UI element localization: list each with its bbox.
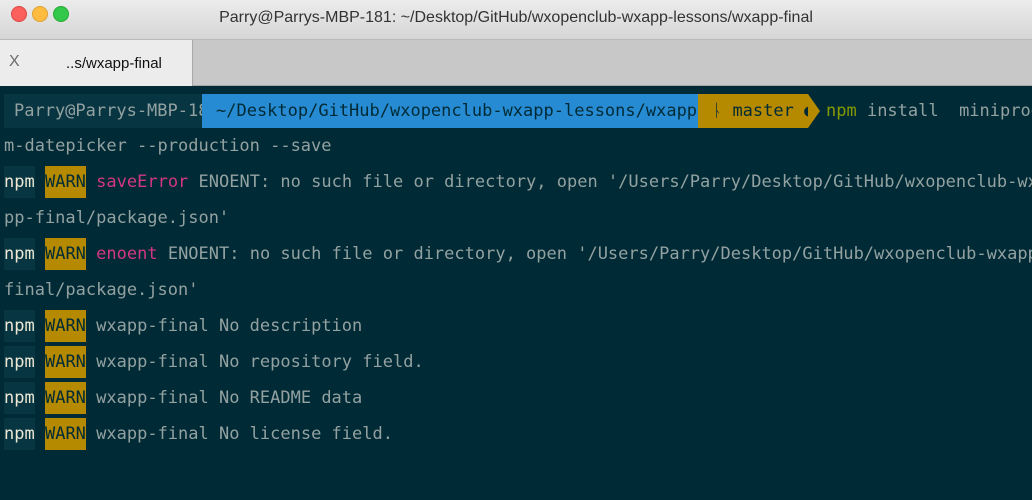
command-args: install miniprogra <box>866 101 1032 121</box>
command-name: npm <box>826 101 857 121</box>
output-text: wxapp-final No license field. <box>85 424 393 444</box>
window-title: Parry@Parrys-MBP-181: ~/Desktop/GitHub/w… <box>219 9 813 26</box>
warn-badge: WARN <box>44 310 86 342</box>
output-line-wrap: pp-final/package.json' <box>4 208 230 228</box>
command-wrap: m-datepicker --production --save <box>4 136 332 156</box>
output-line: npm WARN wxapp-final No repository field… <box>4 346 424 378</box>
title-bar[interactable]: Parry@Parrys-MBP-181: ~/Desktop/GitHub/w… <box>0 0 1032 40</box>
warn-badge: WARN <box>44 166 86 198</box>
warn-badge: WARN <box>44 238 86 270</box>
warn-badge: WARN <box>44 382 86 414</box>
error-keyword: enoent <box>96 244 158 264</box>
tab-label: ..s/wxapp-final <box>66 55 162 72</box>
output-text: wxapp-final No repository field. <box>85 352 424 372</box>
git-branch-icon: ᚿ <box>712 101 733 121</box>
warn-badge: WARN <box>44 346 86 378</box>
prompt-separator-icon <box>808 94 820 128</box>
terminal-output[interactable]: Parry@Parrys-MBP-181 ~/Desktop/GitHub/wx… <box>0 86 1032 500</box>
output-line: npm WARN saveError ENOENT: no such file … <box>4 166 1032 198</box>
output-line: npm WARN wxapp-final No license field. <box>4 418 393 450</box>
terminal-window: Parry@Parrys-MBP-181: ~/Desktop/GitHub/w… <box>0 0 1032 500</box>
output-line-wrap: final/package.json' <box>4 280 199 300</box>
npm-prefix: npm <box>4 418 35 450</box>
branch-name: master <box>732 101 794 121</box>
prompt-user-host: Parry@Parrys-MBP-181 <box>4 94 219 128</box>
warn-badge: WARN <box>44 418 86 450</box>
output-text: ENOENT: no such file or directory, open … <box>198 172 1032 192</box>
tab-wxapp-final[interactable]: X ..s/wxapp-final <box>0 40 193 86</box>
npm-prefix: npm <box>4 238 35 270</box>
prompt-git-branch: ᚿ master ● <box>698 94 814 128</box>
output-line: npm WARN wxapp-final No description <box>4 310 362 342</box>
npm-prefix: npm <box>4 382 35 414</box>
output-line: npm WARN enoent ENOENT: no such file or … <box>4 238 1032 270</box>
tab-bar: X ..s/wxapp-final <box>0 40 1032 86</box>
npm-prefix: npm <box>4 346 35 378</box>
npm-prefix: npm <box>4 166 35 198</box>
output-text: wxapp-final No README data <box>85 388 363 408</box>
output-text: ENOENT: no such file or directory, open … <box>167 244 1032 264</box>
error-keyword: saveError <box>96 172 189 192</box>
npm-prefix: npm <box>4 310 35 342</box>
output-line: npm WARN wxapp-final No README data <box>4 382 362 414</box>
prompt-path: ~/Desktop/GitHub/wxopenclub-wxapp-lesson… <box>202 94 758 128</box>
output-text: wxapp-final No description <box>85 316 363 336</box>
command-line: npm install miniprogra <box>826 94 1032 128</box>
tab-close-icon[interactable]: X <box>9 53 20 71</box>
